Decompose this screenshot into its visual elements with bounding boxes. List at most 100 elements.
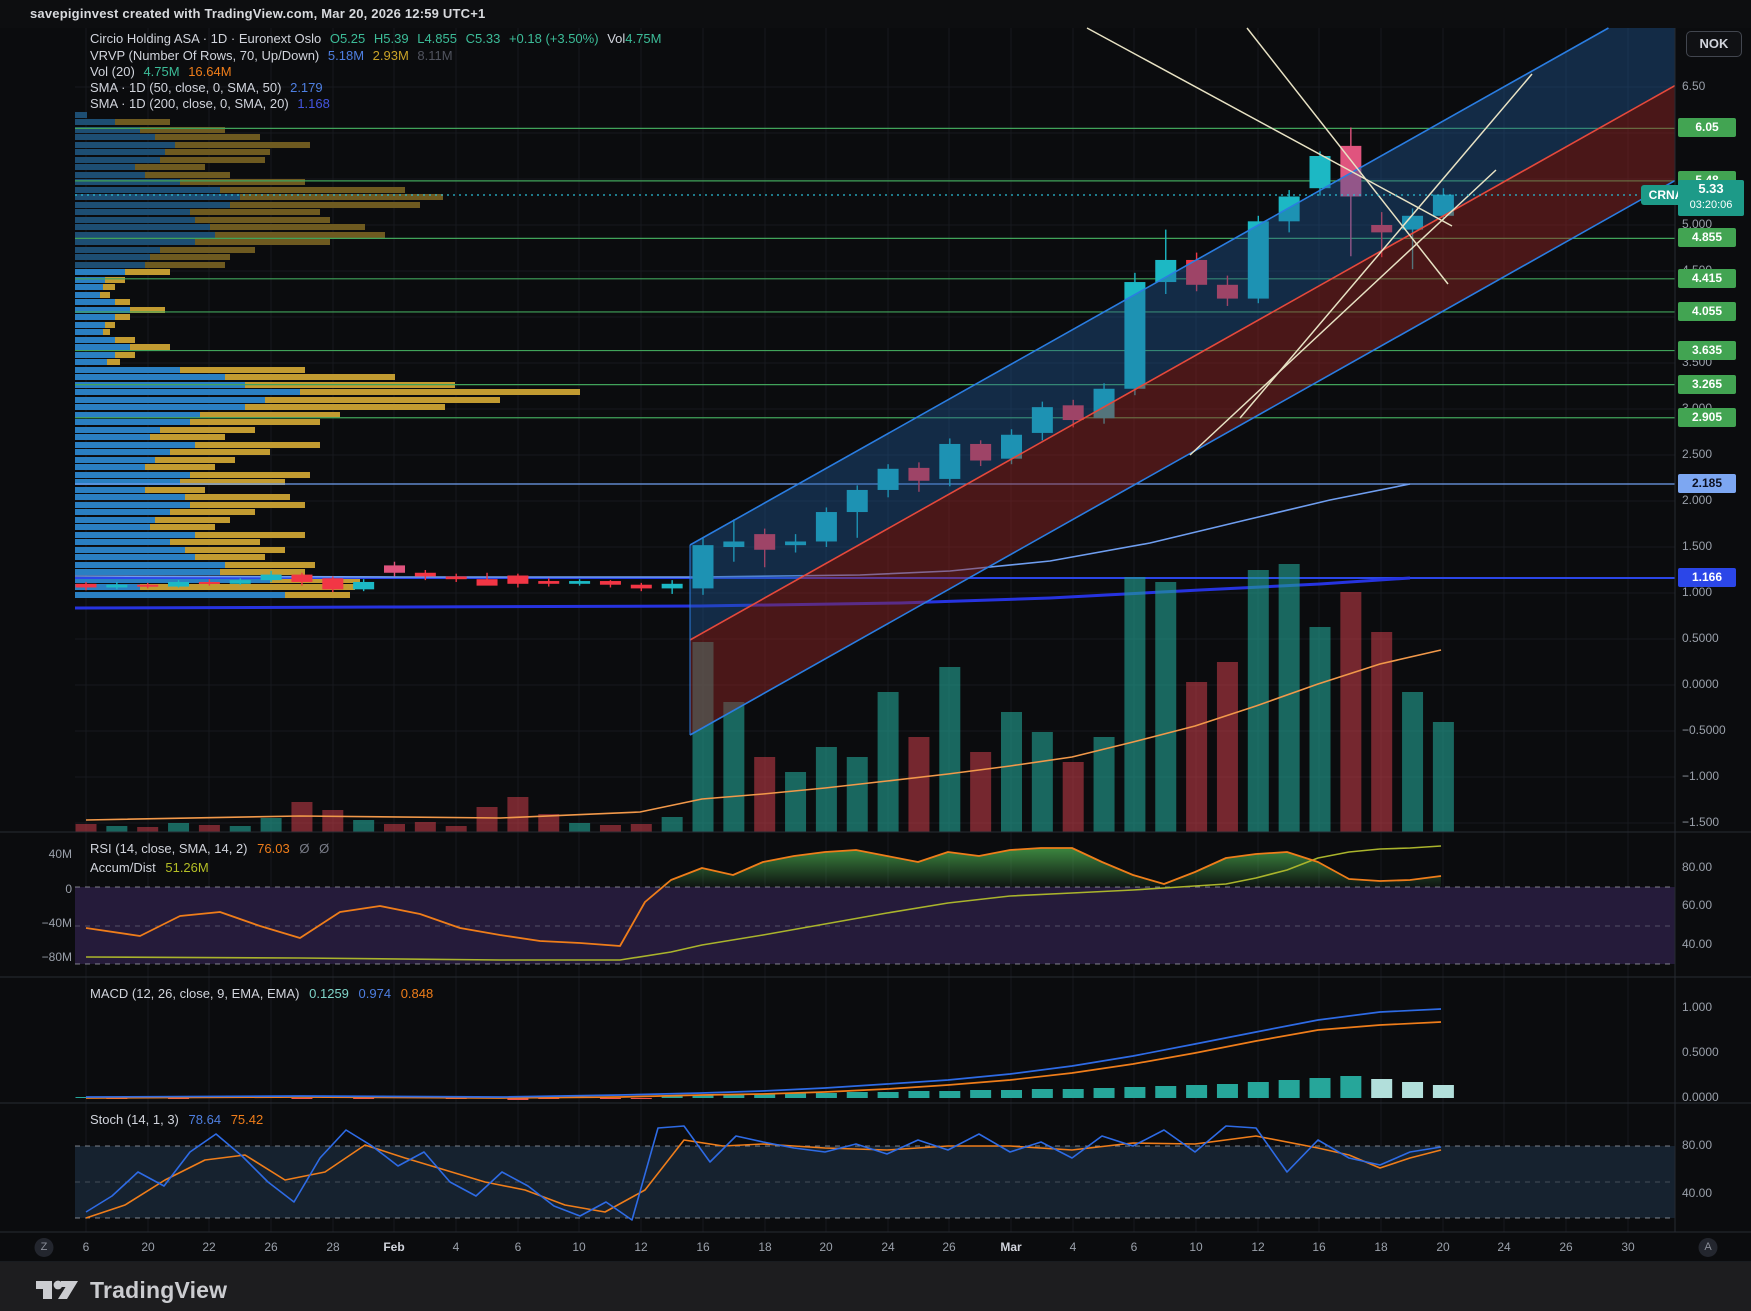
vrvp-up-row (75, 404, 245, 410)
stoch-legend-row[interactable]: Stoch (14, 1, 3) 78.64 75.42 (90, 1112, 269, 1127)
time-axis-label: 24 (881, 1240, 894, 1254)
candle-body (415, 573, 436, 577)
macd-title[interactable]: MACD (12, 26, close, 9, EMA, EMA) (90, 986, 300, 1001)
vrvp-up-row (75, 164, 135, 170)
sma50-legend-row[interactable]: SMA · 1D (50, close, 0, SMA, 50) 2.179 (90, 80, 328, 95)
sma200-title[interactable]: SMA · 1D (200, close, 0, SMA, 20) (90, 96, 289, 111)
volume-ma: 16.64M (188, 64, 231, 79)
price-axis-label: −0.5000 (1682, 723, 1726, 737)
candle-body (446, 576, 467, 579)
time-axis-label: 18 (1374, 1240, 1387, 1254)
vrvp-up-row (75, 112, 87, 118)
accum-title[interactable]: Accum/Dist (90, 860, 156, 875)
vrvp-up-row (75, 217, 195, 223)
accum-legend-row[interactable]: Accum/Dist 51.26M (90, 860, 215, 875)
macd-histogram-bar (1402, 1082, 1423, 1098)
macd-histogram-bar (908, 1091, 929, 1098)
sma200-value: 1.168 (297, 96, 330, 111)
candle-body (538, 581, 559, 584)
time-axis-label: Feb (383, 1240, 404, 1254)
vrvp-down-row (265, 397, 500, 403)
volume-bar (908, 737, 929, 832)
vrvp-down-row (190, 502, 305, 508)
time-axis-label: 4 (453, 1240, 460, 1254)
macd-histogram-bar (291, 1098, 312, 1099)
vrvp-up-row (75, 539, 170, 545)
time-axis-label: 24 (1497, 1240, 1510, 1254)
candle-body (106, 585, 127, 588)
vrvp-down-row (115, 119, 170, 125)
rsi-legend-row[interactable]: RSI (14, close, SMA, 14, 2) 76.03 Ø Ø (90, 841, 335, 856)
currency-button[interactable]: NOK (1686, 31, 1742, 57)
vrvp-title[interactable]: VRVP (Number Of Rows, 70, Up/Down) (90, 48, 319, 63)
vrvp-down-row (160, 427, 255, 433)
vrvp-down-row (200, 412, 340, 418)
macd-histogram-bar (1094, 1088, 1115, 1098)
macd-histogram-bar (1310, 1078, 1331, 1098)
volume-bar (291, 802, 312, 832)
tradingview-logo[interactable]: TradingView (34, 1274, 227, 1306)
footer-bar: TradingView (0, 1262, 1751, 1311)
candle-body (168, 582, 189, 587)
macd-histogram-bar (1371, 1079, 1392, 1098)
sma50-value: 2.179 (290, 80, 323, 95)
vrvp-up-row (75, 337, 115, 343)
candle-body (662, 584, 683, 589)
candle-body (477, 579, 498, 585)
vrvp-up-row (75, 149, 165, 155)
volume-title[interactable]: Vol (20) (90, 64, 135, 79)
macd-line-value: 0.974 (359, 986, 392, 1001)
volume-bar (168, 823, 189, 832)
vrvp-up-row (75, 464, 145, 470)
time-axis-label: 12 (634, 1240, 647, 1254)
time-axis-label: 26 (264, 1240, 277, 1254)
macd-histogram-bar (816, 1093, 837, 1098)
scroll-left-badge[interactable]: Z (35, 1238, 54, 1257)
price-level-badge: 4.055 (1678, 302, 1736, 321)
volume-bar (1124, 577, 1145, 832)
symbol-legend-row[interactable]: Circio Holding ASA · 1D · Euronext Oslo … (90, 31, 666, 46)
vrvp-down-row (145, 262, 225, 268)
symbol-title[interactable]: Circio Holding ASA · 1D · Euronext Oslo (90, 31, 321, 46)
time-axis-label: 6 (83, 1240, 90, 1254)
tradingview-logo-text: TradingView (90, 1277, 227, 1304)
candle-body (291, 575, 312, 582)
vrvp-down-row (175, 142, 310, 148)
volume-bar (662, 817, 683, 832)
time-axis-label: 6 (1131, 1240, 1138, 1254)
vrvp-up-row (75, 299, 115, 305)
macd-legend-row[interactable]: MACD (12, 26, close, 9, EMA, EMA) 0.1259… (90, 986, 439, 1001)
volume-bar (1310, 627, 1331, 832)
stoch-k-value: 78.64 (189, 1112, 222, 1127)
accum-axis-label: −40M (26, 916, 72, 930)
vrvp-down-row (103, 329, 110, 335)
vrvp-down-row (165, 149, 270, 155)
ma-value-badge: 1.166 (1678, 568, 1736, 587)
rsi-title[interactable]: RSI (14, close, SMA, 14, 2) (90, 841, 248, 856)
price-level-badge: 3.265 (1678, 375, 1736, 394)
volume-bar (1186, 682, 1207, 832)
candle-body (261, 575, 282, 581)
change-value: +0.18 (+3.50%) (509, 31, 599, 46)
stoch-title[interactable]: Stoch (14, 1, 3) (90, 1112, 179, 1127)
vrvp-up-row (75, 487, 145, 493)
sma50-title[interactable]: SMA · 1D (50, close, 0, SMA, 50) (90, 80, 281, 95)
vrvp-up-row (75, 284, 103, 290)
volume-bar (816, 747, 837, 832)
vrvp-legend-row[interactable]: VRVP (Number Of Rows, 70, Up/Down) 5.18M… (90, 48, 458, 63)
time-axis-label: 20 (819, 1240, 832, 1254)
macd-signal-value: 0.848 (401, 986, 434, 1001)
vrvp-up-row (75, 232, 215, 238)
volume-legend-row[interactable]: Vol (20) 4.75M 16.64M (90, 64, 237, 79)
vrvp-up-row (75, 157, 160, 163)
vrvp-down-row (160, 247, 255, 253)
scroll-right-badge[interactable]: A (1699, 1238, 1718, 1257)
vol-label: Vol (607, 31, 625, 46)
last-price-value: 5.33 (1678, 180, 1744, 198)
sma200-legend-row[interactable]: SMA · 1D (200, close, 0, SMA, 20) 1.168 (90, 96, 335, 111)
vrvp-down-row (115, 352, 135, 358)
macd-histogram-bar (1186, 1085, 1207, 1098)
vrvp-down-row (180, 367, 305, 373)
vrvp-up-row (75, 344, 130, 350)
candle-body (199, 582, 220, 584)
